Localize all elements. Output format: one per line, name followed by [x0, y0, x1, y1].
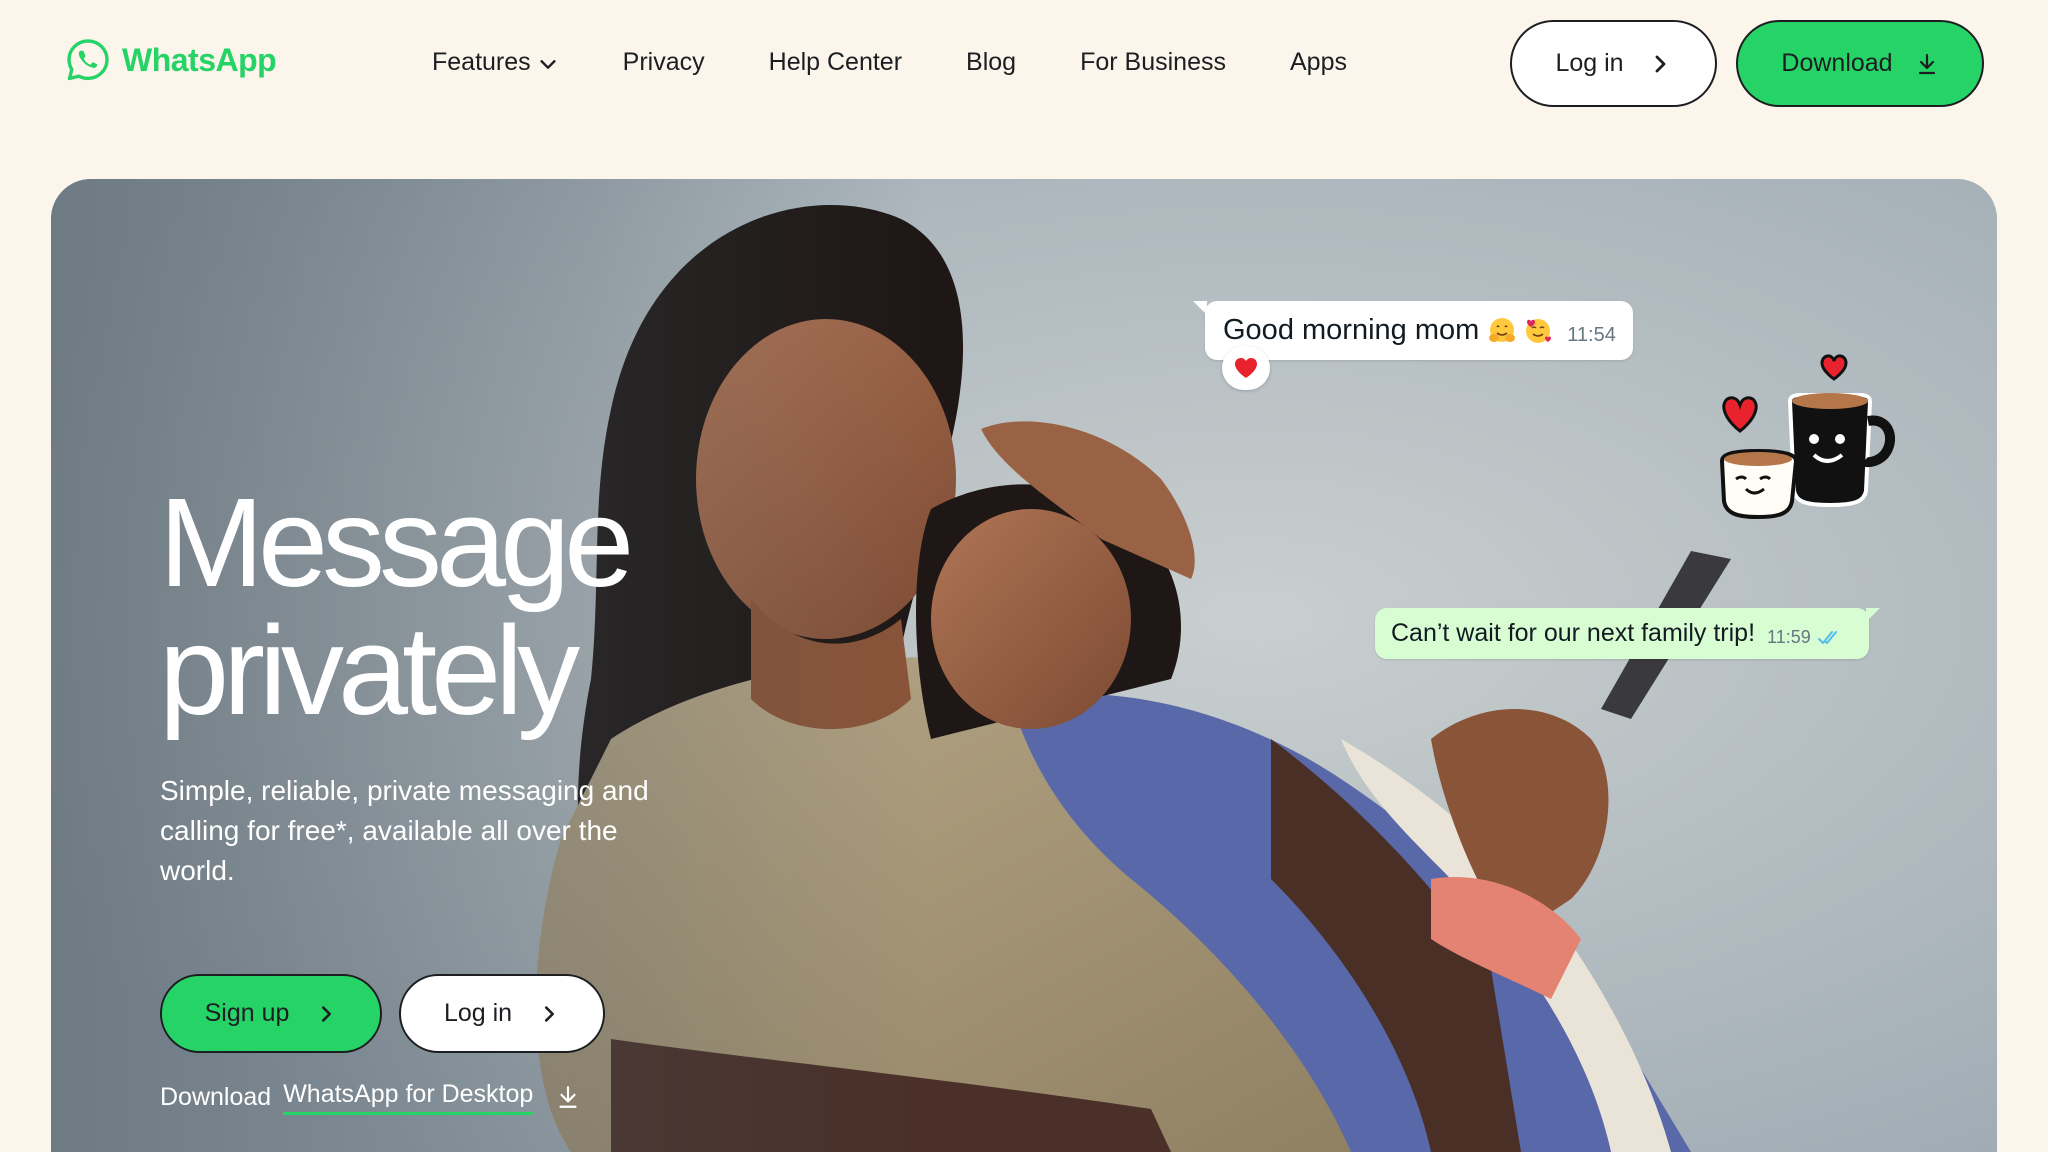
download-icon: [1918, 53, 1935, 74]
hero-section: Message privately Simple, reliable, priv…: [51, 179, 1997, 1152]
smiling-face-with-hearts-emoji-icon: [1526, 318, 1552, 343]
nav-item-for-business[interactable]: For Business: [1080, 48, 1226, 77]
hero-login-button[interactable]: Log in: [399, 974, 605, 1053]
hero-login-label: Log in: [443, 999, 513, 1027]
nav-item-help-center[interactable]: Help Center: [769, 48, 902, 77]
nav-item-features[interactable]: Features: [432, 48, 559, 77]
outgoing-message-bubble: Can’t wait for our next family trip! 11:…: [1375, 608, 1869, 659]
hero-title-line2: privately: [159, 600, 580, 741]
signup-button[interactable]: Sign up: [160, 974, 382, 1053]
incoming-message-time: 11:54: [1567, 324, 1616, 346]
main-nav: Features Privacy Help Center Blog For Bu…: [432, 40, 1347, 84]
read-double-check-icon: [1817, 630, 1837, 644]
hero-title-line1: Message: [159, 472, 634, 613]
site-header: WhatsApp Features Privacy Help Center Bl…: [0, 0, 2048, 130]
chevron-right-icon: [545, 1005, 555, 1022]
brand-name: WhatsApp: [122, 41, 277, 78]
desktop-download: Download WhatsApp for Desktop: [160, 1077, 581, 1117]
red-heart-emoji-icon: [1235, 358, 1257, 378]
message-reaction[interactable]: [1222, 346, 1270, 390]
nav-item-label: Features: [432, 47, 531, 76]
chevron-right-icon: [322, 1005, 332, 1022]
nav-item-apps[interactable]: Apps: [1290, 48, 1347, 77]
outgoing-bubble-tail: [1866, 608, 1880, 622]
hero-title: Message privately: [159, 479, 779, 735]
nav-item-blog[interactable]: Blog: [966, 48, 1016, 77]
coffee-cups-with-hearts-sticker-icon: [1719, 354, 1896, 520]
whatsapp-logo[interactable]: WhatsApp: [64, 34, 277, 86]
signup-label: Sign up: [204, 999, 290, 1027]
incoming-message-text: Good morning mom: [1223, 314, 1480, 346]
whatsapp-logo-icon: [67, 39, 109, 81]
header-login-label: Log in: [1555, 49, 1624, 77]
outgoing-message-text: Can’t wait for our next family trip!: [1391, 619, 1756, 647]
desktop-download-prefix: Download: [160, 1082, 272, 1111]
hero-subtitle: Simple, reliable, private messaging and …: [160, 775, 649, 886]
incoming-message-emojis: [1487, 316, 1553, 346]
header-login-button[interactable]: Log in: [1510, 20, 1717, 107]
whatsapp-desktop-link[interactable]: WhatsApp for Desktop: [283, 1080, 534, 1115]
incoming-message-bubble: Good morning mom 11:54: [1205, 301, 1633, 360]
header-download-label: Download: [1781, 49, 1893, 77]
chevron-down-icon: [540, 60, 556, 69]
outgoing-message-time: 11:59: [1767, 627, 1811, 647]
chevron-right-icon: [1655, 55, 1665, 72]
nav-item-privacy[interactable]: Privacy: [623, 48, 705, 77]
download-icon[interactable]: [555, 1084, 581, 1110]
hugging-face-emoji-icon: [1489, 317, 1516, 342]
header-download-button[interactable]: Download: [1736, 20, 1984, 107]
